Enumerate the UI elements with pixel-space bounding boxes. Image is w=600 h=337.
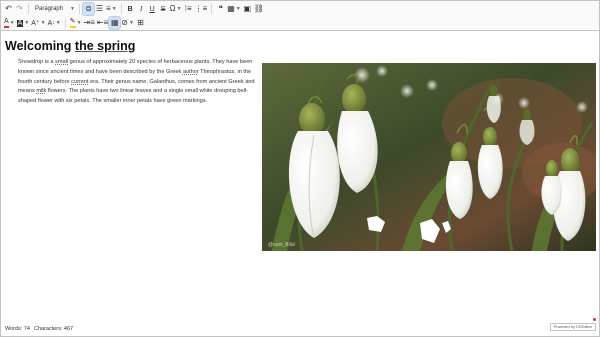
font-family-icon: A⁺ — [31, 19, 40, 27]
quote-icon[interactable]: ❝ — [215, 3, 226, 15]
background-color-icon: A — [16, 19, 24, 27]
chevron-down-icon: ▼ — [70, 5, 75, 12]
underline-button[interactable]: U — [147, 3, 158, 15]
editor-toolbar: ↶ ↷ Paragraph ▼ ⊜ ☰ ≡ ▼ B I U S Ω ▼ ⁝≡ ⋮≡ … — [1, 1, 599, 31]
characters-count-label: Characters: 467 — [33, 326, 74, 332]
spellcheck-word[interactable]: author — [183, 69, 199, 75]
highlight-button[interactable]: ✎ ▼ — [69, 17, 83, 29]
image-watermark: @nani_Bilal — [268, 242, 295, 248]
toolbar-divider — [64, 18, 66, 28]
font-size-button[interactable]: A ↕ ▼ — [47, 17, 62, 29]
spellcheck-word[interactable]: current — [71, 79, 88, 85]
block-format-label: Paragraph — [35, 6, 64, 12]
background-color-button[interactable]: A ▼ — [16, 17, 31, 29]
omega-icon: Ω — [169, 4, 176, 13]
snowdrop-image-illustration: @nani_Bilal — [262, 63, 596, 251]
insert-image-icon[interactable]: ▣ — [242, 3, 253, 15]
indent-icon[interactable]: ⇥≡ — [83, 17, 96, 29]
align-icon[interactable]: ≡ ▼ — [105, 3, 118, 15]
toolbar-divider — [120, 4, 122, 14]
document-heading: Welcoming the spring — [5, 38, 598, 54]
bulleted-list-icon[interactable]: ⁝≡ — [183, 3, 194, 15]
format-painter-icon[interactable]: ⊜ — [82, 2, 95, 16]
toolbar-divider — [79, 4, 80, 14]
remove-format-icon[interactable]: ⊘ ▼ — [120, 17, 135, 29]
rich-text-editor: ↶ ↷ Paragraph ▼ ⊜ ☰ ≡ ▼ B I U S Ω ▼ ⁝≡ ⋮≡ … — [0, 0, 600, 337]
block-quote-icon[interactable]: ☰ — [94, 3, 105, 15]
heading-text-part1: Welcoming — [5, 39, 75, 53]
toolbar-divider — [28, 4, 29, 14]
insert-table-icon[interactable]: ▦ ▼ — [226, 3, 242, 15]
powered-by-badge[interactable]: Powered by CKEditor — [549, 323, 596, 331]
toolbar-row-1: ↶ ↷ Paragraph ▼ ⊜ ☰ ≡ ▼ B I U S Ω ▼ ⁝≡ ⋮≡ … — [3, 2, 265, 16]
strikethrough-button[interactable]: S — [158, 3, 169, 15]
highlighter-icon: ✎ — [69, 18, 76, 28]
toolbar-divider — [211, 4, 213, 14]
show-blocks-icon[interactable]: ▦ — [108, 16, 122, 30]
font-family-button[interactable]: A⁺ ▼ — [30, 17, 46, 29]
spellcheck-word[interactable]: milk — [36, 88, 46, 94]
special-characters-button[interactable]: Ω ▼ — [169, 3, 183, 15]
words-count-label: Words: 74 — [5, 326, 30, 332]
italic-button[interactable]: I — [136, 3, 147, 15]
para-text: flowers. The plants have two linear leav… — [18, 88, 248, 105]
redo-icon[interactable]: ↷ — [14, 3, 25, 15]
numbered-list-icon[interactable]: ⋮≡ — [194, 3, 209, 15]
outdent-icon[interactable]: ⇤≡ — [96, 17, 109, 29]
font-color-icon: A — [4, 18, 9, 28]
source-editing-icon[interactable]: ⊞ — [135, 17, 146, 29]
spellcheck-word[interactable]: small — [55, 59, 68, 65]
toolbar-row-2: A ▼ A ▼ A⁺ ▼ A ↕ ▼ ✎ ▼ ⇥≡ ⇤≡ ▦ ⊘ ▼ ⊞ — [3, 16, 146, 30]
link-icon[interactable]: ⛓ — [253, 3, 265, 15]
block-format-dropdown[interactable]: Paragraph ▼ — [32, 3, 76, 15]
snowdrop-photo[interactable]: @nani_Bilal — [262, 63, 596, 251]
editor-status-bar: Words: 74 Characters: 467 Powered by CKEd… — [1, 318, 599, 337]
powered-by-label: Powered by CKEditor — [553, 324, 592, 329]
ckeditor-logo-dot-icon — [593, 318, 596, 321]
document-paragraph: Snowdrop is a small genus of approximate… — [18, 58, 258, 107]
editor-content-area[interactable]: Welcoming the spring Snowdrop is a small… — [4, 38, 598, 104]
para-text: Snowdrop is a — [18, 59, 56, 65]
undo-icon[interactable]: ↶ — [3, 3, 14, 15]
bold-button[interactable]: B — [125, 3, 136, 15]
word-count: Words: 74 Characters: 467 — [5, 326, 73, 332]
font-color-button[interactable]: A ▼ — [3, 17, 16, 29]
heading-text-part2: the spring — [74, 39, 136, 53]
